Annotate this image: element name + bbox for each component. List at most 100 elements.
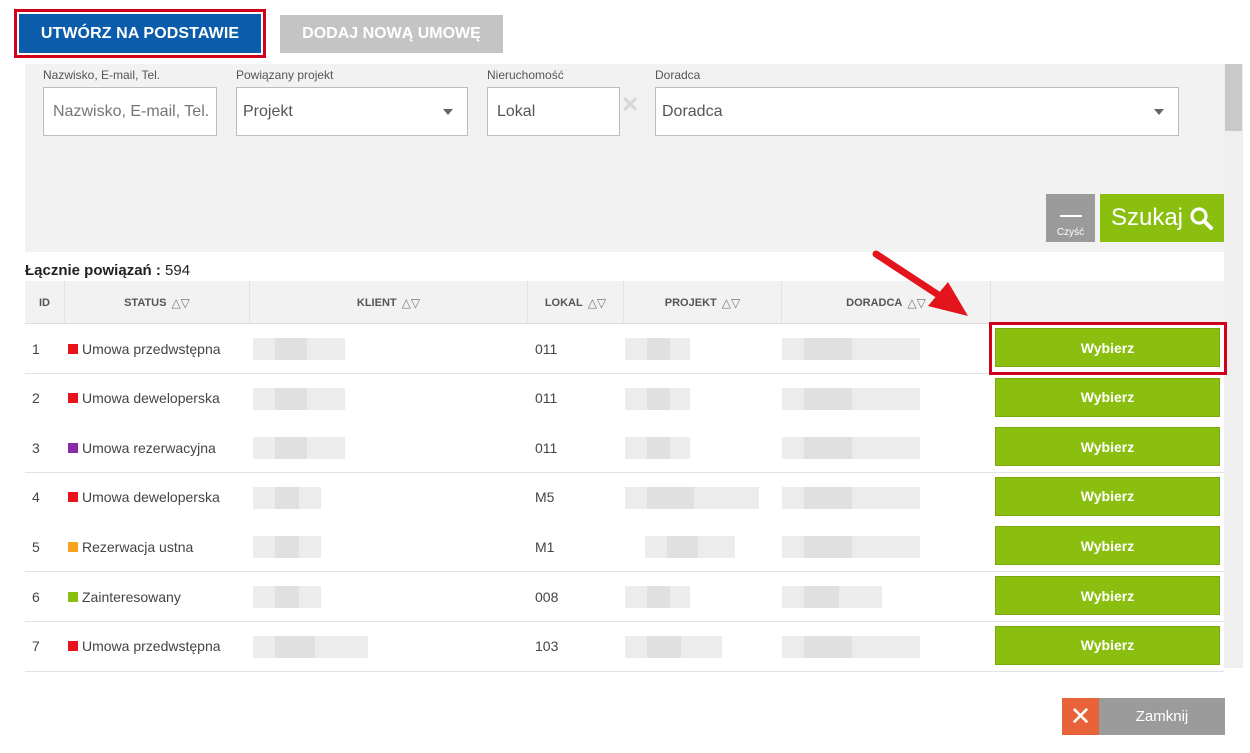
header-id-label: ID — [39, 296, 50, 309]
status-color-marker — [68, 442, 78, 453]
row-unit: 011 — [535, 340, 558, 357]
redacted-project-shade — [647, 635, 681, 658]
redacted-advisor-shade — [804, 586, 839, 608]
redacted-project-shade — [647, 338, 670, 360]
project-filter-label: Powiązany projekt — [236, 68, 334, 82]
row-status: Zainteresowany — [68, 572, 181, 621]
minus-icon — [1059, 215, 1082, 217]
clear-property-icon[interactable]: ✕ — [621, 92, 639, 118]
redacted-client-shade — [275, 536, 299, 559]
header-project[interactable]: PROJEKT △▽ — [624, 281, 782, 324]
redacted-project-shade — [647, 486, 694, 509]
header-status[interactable]: STATUS △▽ — [65, 281, 250, 324]
total-value: 594 — [165, 262, 191, 279]
sort-icon[interactable]: △▽ — [171, 296, 189, 310]
add-new-contract-button[interactable]: DODAJ NOWĄ UMOWĘ — [280, 15, 503, 53]
sort-icon[interactable]: △▽ — [588, 296, 606, 310]
row-status-label: Rezerwacja ustna — [82, 538, 194, 555]
redacted-client-shade — [275, 635, 315, 658]
chevron-down-icon — [1154, 109, 1164, 115]
row-id: 5 — [32, 538, 40, 555]
redacted-project-shade — [647, 387, 670, 410]
table-row: 6 Zainteresowany 008 Wybierz — [25, 572, 1224, 622]
row-unit: M5 — [535, 489, 555, 506]
row-id: 3 — [32, 439, 40, 456]
row-status-label: Umowa przedwstępna — [82, 638, 221, 655]
row-unit: 008 — [535, 588, 559, 605]
table-row: 3 Umowa rezerwacyjna 011 Wybierz — [25, 423, 1224, 474]
chevron-down-icon — [443, 109, 453, 115]
row-id: 2 — [32, 390, 40, 407]
clear-button[interactable]: Czyść — [1046, 194, 1095, 242]
filter-panel: Nazwisko, E-mail, Tel. Powiązany projekt… — [25, 64, 1224, 252]
redacted-advisor-shade — [804, 536, 852, 559]
redacted-client-shade — [275, 486, 299, 509]
status-color-marker — [68, 591, 78, 602]
status-color-marker — [68, 541, 78, 552]
header-id: ID — [25, 281, 65, 324]
advisor-select-value: Doradca — [662, 102, 723, 120]
search-button[interactable]: Szukaj — [1100, 194, 1224, 242]
table-row: 7 Umowa przedwstępna 103 Wybierz — [25, 621, 1224, 672]
header-unit[interactable]: LOKAL △▽ — [528, 281, 624, 324]
project-select[interactable]: Projekt — [236, 87, 468, 136]
clear-button-label: Czyść — [1056, 227, 1085, 238]
redacted-advisor-shade — [804, 387, 852, 410]
row-status-label: Umowa deweloperska — [82, 390, 220, 407]
redacted-client-shade — [275, 437, 307, 460]
redacted-project-shade — [667, 536, 698, 559]
header-client[interactable]: KLIENT △▽ — [250, 281, 528, 324]
table-row: 5 Rezerwacja ustna M1 Wybierz — [25, 522, 1224, 573]
row-status: Umowa deweloperska — [68, 473, 220, 522]
select-button[interactable]: Wybierz — [995, 476, 1220, 516]
row-id: 6 — [32, 588, 40, 605]
header-action — [991, 281, 1224, 324]
sort-icon[interactable]: △▽ — [402, 296, 420, 310]
name-filter-label: Nazwisko, E-mail, Tel. — [43, 68, 161, 82]
row-status-label: Umowa rezerwacyjna — [82, 439, 216, 456]
table-row: 4 Umowa deweloperska M5 Wybierz — [25, 472, 1224, 523]
redacted-advisor-shade — [804, 437, 852, 460]
redacted-advisor-shade — [804, 635, 852, 658]
scrollbar-thumb[interactable] — [1225, 64, 1242, 131]
row-status-label: Umowa przedwstępna — [82, 340, 221, 357]
status-color-marker — [68, 492, 78, 503]
select-button[interactable]: Wybierz — [995, 625, 1220, 665]
property-input[interactable]: Lokal — [487, 87, 620, 136]
close-button[interactable]: ✕ Zamknij — [1062, 698, 1225, 735]
red-arrow-icon — [872, 250, 968, 316]
create-based-button[interactable]: UTWÓRZ NA PODSTAWIE — [19, 14, 261, 53]
status-color-marker — [68, 393, 78, 404]
table-row: 2 Umowa deweloperska 011 Wybierz — [25, 373, 1224, 424]
property-input-value: Lokal — [497, 102, 536, 120]
search-icon — [1190, 207, 1214, 230]
select-button[interactable]: Wybierz — [995, 526, 1220, 566]
row-unit: 103 — [535, 638, 559, 655]
select-button[interactable]: Wybierz — [995, 427, 1220, 467]
project-select-value: Projekt — [243, 102, 293, 120]
select-button[interactable]: Wybierz — [995, 576, 1220, 615]
header-unit-label: LOKAL — [544, 296, 583, 309]
row-status: Umowa przedwstępna — [68, 324, 221, 373]
redacted-advisor-shade — [804, 486, 852, 509]
redacted-project-shade — [647, 586, 670, 608]
total-count: Łącznie powiązań : 594 — [25, 262, 190, 279]
redacted-client-shade — [275, 387, 307, 410]
row-id: 1 — [32, 340, 40, 357]
row-unit: M1 — [535, 538, 555, 555]
redacted-client-shade — [275, 338, 307, 360]
select-button[interactable]: Wybierz — [995, 377, 1220, 417]
advisor-select[interactable]: Doradca — [655, 87, 1179, 136]
redacted-client-shade — [275, 586, 299, 608]
row-status: Umowa rezerwacyjna — [68, 423, 216, 472]
sort-icon[interactable]: △▽ — [722, 296, 740, 310]
status-color-marker — [68, 641, 78, 652]
name-search-input[interactable] — [43, 87, 217, 136]
header-project-label: PROJEKT — [664, 296, 717, 309]
row-unit: 011 — [535, 439, 558, 456]
total-label: Łącznie powiązań : — [25, 262, 161, 279]
row-status: Rezerwacja ustna — [68, 522, 193, 571]
redacted-project-shade — [647, 437, 670, 460]
header-client-label: KLIENT — [356, 296, 397, 309]
row-id: 7 — [32, 638, 40, 655]
